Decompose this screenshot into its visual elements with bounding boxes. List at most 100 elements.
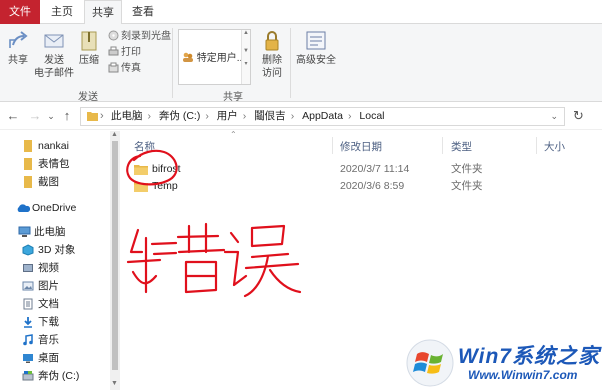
table-row[interactable]: Temp 2020/3/6 8:59 文件夹 — [120, 178, 602, 195]
disc-icon — [108, 30, 119, 41]
column-divider[interactable] — [536, 137, 537, 154]
zip-label: 压缩 — [79, 55, 99, 66]
folder-icon — [24, 176, 32, 188]
forward-button[interactable]: → — [28, 108, 42, 124]
file-name: Temp — [152, 180, 178, 192]
breadcrumb-this-pc[interactable]: 此电脑 — [111, 110, 143, 122]
column-header-name[interactable]: 名称 — [134, 139, 155, 154]
send-email-button[interactable]: 发送 电子邮件 — [33, 30, 75, 80]
email-label: 电子邮件 — [34, 68, 74, 79]
back-button[interactable]: ← — [6, 108, 20, 124]
sidebar-item-this-pc[interactable]: 此电脑 — [0, 223, 108, 241]
ribbon: 共享 发送 电子邮件 压缩 刻录到光盘 打印 传真 发送 特定用户... ▲ ▼ ▾… — [0, 24, 602, 103]
file-type: 文件夹 — [451, 180, 483, 192]
group-share-label: 共享 — [223, 92, 243, 103]
document-icon — [23, 298, 33, 310]
sidebar-item-c-drive[interactable]: 奔伪 (C:) — [0, 367, 108, 385]
advanced-security-label: 高级安全 — [296, 55, 336, 66]
sidebar-item-label: 3D 对象 — [38, 244, 76, 256]
column-divider[interactable] — [442, 137, 443, 154]
security-icon — [306, 31, 326, 50]
specific-users-label: 特定用户... — [196, 53, 246, 64]
folder-icon — [134, 165, 148, 175]
remove-access-button[interactable]: 删除 访问 — [258, 30, 286, 80]
specific-users-item[interactable]: 特定用户... — [182, 49, 245, 64]
sidebar-item-nankai[interactable]: nankai — [0, 137, 108, 155]
column-divider[interactable] — [332, 137, 333, 154]
sidebar-item-label: OneDrive — [32, 202, 77, 214]
sidebar-item-desktop[interactable]: 桌面 — [0, 349, 108, 367]
sidebar-item-label: 截图 — [38, 176, 59, 188]
sidebar-item-label: 图片 — [38, 280, 59, 292]
group-send-label: 发送 — [78, 92, 98, 103]
tab-file[interactable]: 文件 — [0, 0, 40, 24]
scroll-down-arrow[interactable]: ▼ — [111, 380, 118, 387]
file-modified: 2020/3/7 11:14 — [340, 163, 410, 175]
address-bar[interactable]: › 此电脑 › 奔伪 (C:) › 用户 › 鬮佷吉 › AppData › Local … — [80, 107, 565, 126]
up-button[interactable]: ↑ — [60, 108, 74, 124]
breadcrumb-user[interactable]: 鬮佷吉 — [254, 110, 286, 122]
sidebar-item-label: 表情包 — [38, 158, 70, 170]
share-list-scroller[interactable]: ▲ ▼ ▾ — [241, 30, 250, 84]
advanced-security-button[interactable]: 高级安全 — [295, 30, 337, 67]
navigation-pane: nankai 表情包 截图 OneDrive 此电脑 3D 对象 视频 图片 文… — [0, 131, 108, 390]
share-label: 共享 — [8, 55, 28, 66]
fax-icon — [108, 62, 119, 73]
picture-icon — [22, 281, 34, 291]
table-row[interactable]: bifrost 2020/3/7 11:14 文件夹 — [120, 161, 602, 178]
drive-icon — [22, 371, 34, 381]
ribbon-divider — [172, 28, 173, 98]
fax-button[interactable]: 传真 — [108, 62, 141, 76]
burn-disc-button[interactable]: 刻录到光盘 — [108, 30, 171, 44]
print-label: 打印 — [121, 47, 141, 58]
sidebar-item-label: 桌面 — [38, 352, 59, 364]
desktop-icon — [23, 354, 33, 363]
sidebar-item-music[interactable]: 音乐 — [0, 331, 108, 349]
column-header-modified[interactable]: 修改日期 — [340, 139, 382, 154]
breadcrumb-appdata[interactable]: AppData — [302, 110, 343, 122]
refresh-button[interactable]: ↻ — [573, 108, 584, 124]
zip-button[interactable]: 压缩 — [77, 30, 101, 67]
file-name: bifrost — [152, 163, 181, 175]
folder-icon — [134, 182, 148, 192]
sidebar-item-label: 下载 — [38, 316, 59, 328]
column-header-type[interactable]: 类型 — [451, 139, 472, 154]
breadcrumb-drive[interactable]: 奔伪 (C:) — [159, 110, 200, 122]
address-dropdown-button[interactable]: ⌄ — [550, 108, 558, 125]
column-header-size[interactable]: 大小 — [544, 139, 565, 154]
remove-label: 删除 — [262, 55, 282, 66]
folder-icon — [87, 112, 98, 121]
sidebar-item-screenshots[interactable]: 截图 — [0, 173, 108, 191]
breadcrumb: 此电脑 › 奔伪 (C:) › 用户 › 鬮佷吉 › AppData › Local — [111, 110, 385, 122]
tab-view[interactable]: 查看 — [124, 0, 162, 24]
breadcrumb-local[interactable]: Local — [359, 110, 384, 122]
sidebar-item-pictures[interactable]: 图片 — [0, 277, 108, 295]
print-button[interactable]: 打印 — [108, 46, 141, 60]
ribbon-divider-2 — [290, 28, 291, 98]
lock-icon — [265, 31, 279, 51]
scroll-up-arrow[interactable]: ▲ — [111, 131, 118, 138]
sidebar-item-videos[interactable]: 视频 — [0, 259, 108, 277]
sidebar-item-onedrive[interactable]: OneDrive — [0, 199, 108, 217]
sidebar-item-label: 此电脑 — [34, 226, 66, 238]
share-button[interactable]: 共享 — [4, 30, 32, 67]
watermark-brand: Win7系统之家 — [458, 345, 600, 368]
share-with-list[interactable]: 特定用户... ▲ ▼ ▾ — [178, 29, 251, 85]
zip-icon — [81, 31, 97, 51]
sidebar-item-documents[interactable]: 文档 — [0, 295, 108, 313]
sort-indicator: ⌃ — [230, 130, 237, 139]
recent-locations-button[interactable]: ⌄ — [44, 108, 58, 124]
sidebar-item-downloads[interactable]: 下载 — [0, 313, 108, 331]
sidebar-item-label: 文档 — [38, 298, 59, 310]
sidebar-item-label: 音乐 — [38, 334, 59, 346]
sidebar-scrollbar[interactable]: ▲ ▼ — [110, 131, 120, 390]
sidebar-item-label: 奔伪 (C:) — [38, 370, 80, 382]
sidebar-item-3d-objects[interactable]: 3D 对象 — [0, 241, 108, 259]
watermark-url: Www.Winwin7.com — [468, 368, 578, 382]
users-icon — [183, 52, 193, 62]
sidebar-item-emoji[interactable]: 表情包 — [0, 155, 108, 173]
tab-share[interactable]: 共享 — [84, 0, 122, 25]
breadcrumb-users[interactable]: 用户 — [217, 110, 238, 122]
tab-home[interactable]: 主页 — [42, 0, 82, 24]
scrollbar-thumb[interactable] — [112, 141, 118, 370]
